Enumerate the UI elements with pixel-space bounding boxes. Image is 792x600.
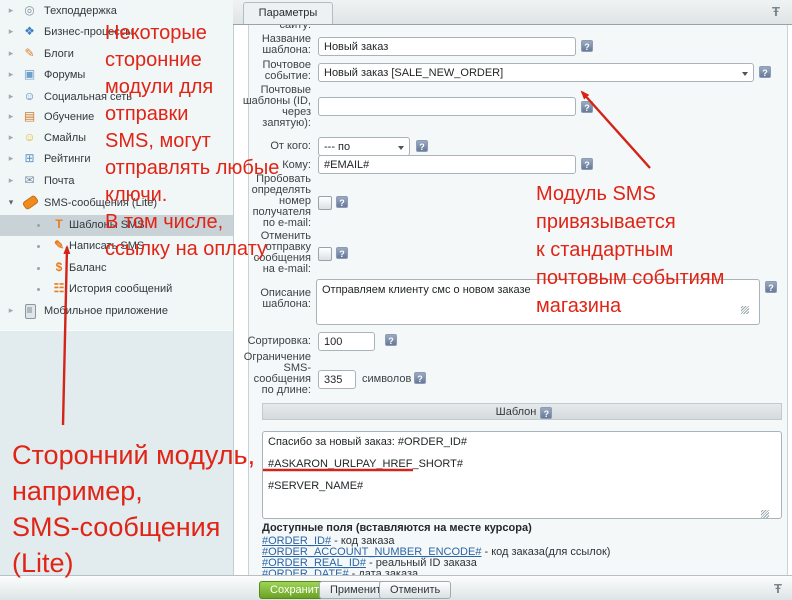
mail-event-select[interactable]: Новый заказ [SALE_NEW_ORDER]: [318, 63, 754, 82]
chevron-right-icon[interactable]: ▸: [6, 5, 16, 16]
mail-icon: ✉: [22, 173, 37, 188]
sidebar-item-label: Блоги: [44, 48, 74, 60]
social-network-icon: ☺: [22, 89, 37, 104]
sidebar-item-label: Техподдержка: [44, 5, 117, 17]
detect-number-checkbox[interactable]: [318, 196, 332, 210]
chevron-right-icon[interactable]: ▸: [6, 26, 16, 37]
pin-icon[interactable]: Ŧ: [774, 581, 782, 596]
annotation-third-party-keys: Некоторые сторонние модули для отправки …: [105, 20, 279, 263]
pin-icon[interactable]: Ŧ: [772, 4, 780, 19]
template-textarea[interactable]: Спасибо за новый заказ: #ORDER_ID# #ASKA…: [262, 431, 782, 519]
sidebar-item-label: Баланс: [69, 262, 106, 274]
help-icon[interactable]: ?: [336, 196, 348, 208]
chevron-right-icon[interactable]: ▸: [6, 69, 16, 80]
sidebar-item-label: Почта: [44, 175, 75, 187]
mobile-app-icon: [25, 304, 36, 319]
template-section-title: Шаблон: [496, 406, 537, 418]
chevron-right-icon[interactable]: ▸: [6, 132, 16, 143]
chevron-right-icon[interactable]: ▸: [6, 305, 16, 316]
page: ▸ ◎ Техподдержка ▸ ❖ Бизнес-процессы ▸ ✎…: [0, 0, 792, 600]
sidebar-item-message-history[interactable]: ☷ История сообщений: [0, 279, 233, 300]
help-icon[interactable]: ?: [385, 334, 397, 346]
business-processes-icon: ❖: [22, 24, 37, 39]
message-history-icon: ☷: [52, 281, 66, 296]
cancel-email-checkbox[interactable]: [318, 247, 332, 261]
balance-icon: $: [52, 260, 66, 275]
forums-icon: ▣: [22, 67, 37, 82]
help-icon[interactable]: ?: [414, 372, 426, 384]
learning-icon: ▤: [22, 109, 37, 124]
to-input[interactable]: [318, 155, 576, 174]
sidebar-item-label: Смайлы: [44, 132, 86, 144]
sidebar-item-label: История сообщений: [69, 283, 172, 295]
limit-suffix: символов: [362, 373, 411, 385]
cancel-button[interactable]: Отменить: [379, 581, 451, 599]
help-icon[interactable]: ?: [416, 140, 428, 152]
chevron-right-icon[interactable]: ▸: [6, 111, 16, 122]
chevron-right-icon[interactable]: ▸: [6, 91, 16, 102]
template-section-header: Шаблон?: [262, 403, 782, 420]
limit-input[interactable]: [318, 370, 356, 389]
from-select[interactable]: --- по умолчанию ---: [318, 137, 410, 156]
help-icon[interactable]: ?: [336, 247, 348, 259]
sidebar-item-label: Форумы: [44, 69, 85, 81]
mail-event-value: Новый заказ [SALE_NEW_ORDER]: [324, 67, 503, 79]
sidebar-item-support[interactable]: ▸ ◎ Техподдержка: [0, 1, 233, 22]
sms-module-icon: [22, 195, 39, 211]
sidebar-item-label: Мобильное приложение: [44, 305, 168, 317]
help-icon[interactable]: ?: [540, 407, 552, 419]
template-name-input[interactable]: [318, 37, 576, 56]
sidebar-item-mobile-app[interactable]: ▸ Мобильное приложение: [0, 301, 233, 322]
resize-grip-icon[interactable]: [761, 510, 769, 518]
annotation-third-party-module: Сторонний модуль, например, SMS-сообщени…: [12, 437, 255, 581]
write-sms-icon: ✎: [52, 238, 66, 253]
chevron-right-icon[interactable]: ▸: [6, 153, 16, 164]
tab-bar: Параметры Ŧ: [233, 0, 792, 25]
available-fields-title: Доступные поля (вставляются на месте кур…: [262, 522, 532, 534]
chevron-down-icon[interactable]: ▾: [6, 197, 16, 208]
help-icon[interactable]: ?: [581, 101, 593, 113]
annotation-mail-events: Модуль SMS привязывается к стандартным п…: [536, 180, 792, 320]
sort-input[interactable]: [318, 332, 375, 351]
chevron-right-icon[interactable]: ▸: [6, 48, 16, 59]
sidebar-item-label: Обучение: [44, 111, 94, 123]
help-icon[interactable]: ?: [581, 40, 593, 52]
description-label: Описание шаблона:: [239, 288, 311, 310]
smileys-icon: ☺: [22, 130, 37, 145]
bullet-icon: [37, 288, 40, 291]
blogs-icon: ✎: [22, 46, 37, 61]
help-icon[interactable]: ?: [759, 66, 771, 78]
sort-label: Сортировка:: [239, 336, 311, 347]
chevron-down-icon: [398, 146, 404, 150]
help-icon[interactable]: ?: [581, 158, 593, 170]
ratings-icon: ⊞: [22, 151, 37, 166]
sidebar-item-label: Рейтинги: [44, 153, 91, 165]
bullet-icon: [37, 267, 40, 270]
mail-templates-input[interactable]: [318, 97, 576, 116]
chevron-down-icon: [742, 72, 748, 76]
bullet-icon: [37, 224, 40, 227]
field-desc: - код заказа(для ссылок): [485, 546, 611, 558]
bullet-icon: [37, 245, 40, 248]
support-icon: ◎: [22, 3, 37, 18]
sms-templates-icon: T: [52, 217, 66, 232]
limit-label: Ограничение SMS-сообщения по длине:: [239, 352, 311, 396]
chevron-right-icon[interactable]: ▸: [6, 175, 16, 186]
